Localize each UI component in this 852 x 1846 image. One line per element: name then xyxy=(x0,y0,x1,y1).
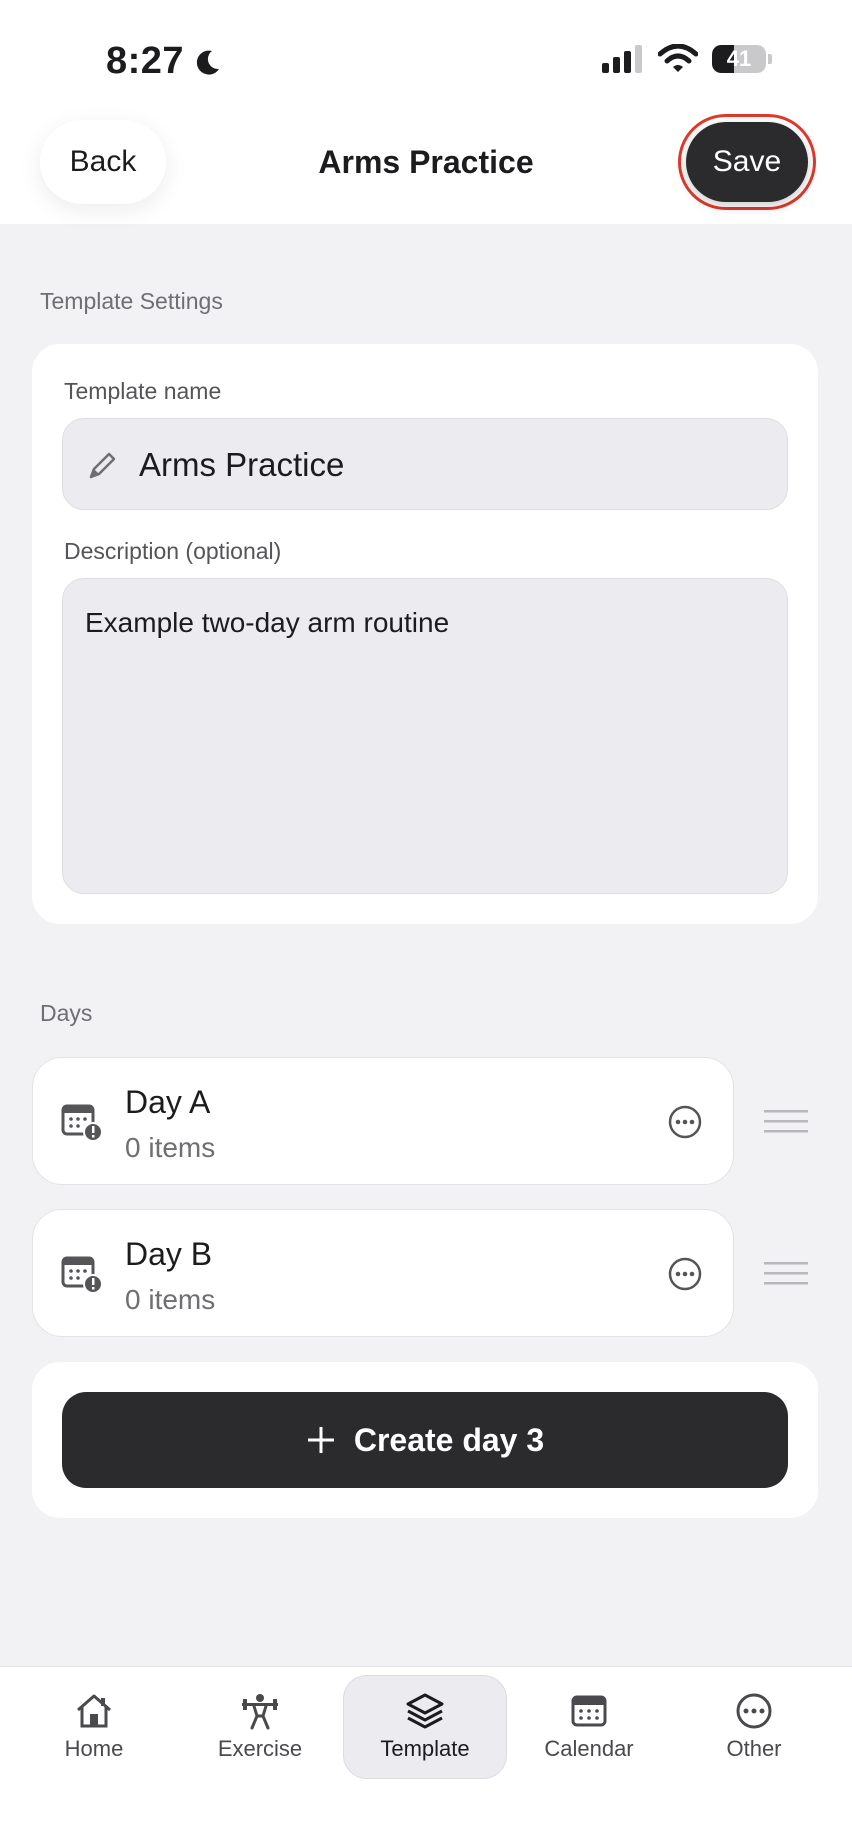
create-day-card: Create day 3 xyxy=(32,1362,818,1518)
wifi-icon xyxy=(658,44,698,72)
moon-icon xyxy=(196,50,220,75)
pencil-icon xyxy=(89,452,116,479)
tab-label: Exercise xyxy=(217,1736,303,1761)
save-button[interactable]: Save xyxy=(686,122,808,202)
calendar-alert-icon xyxy=(61,1256,103,1294)
weightlifter-icon xyxy=(242,1694,278,1730)
tab-label: Calendar xyxy=(544,1736,634,1761)
create-day-button[interactable]: Create day 3 xyxy=(62,1392,788,1488)
days-label: Days xyxy=(40,1000,93,1026)
day-title: Day A xyxy=(125,1084,211,1120)
drag-handle-icon[interactable] xyxy=(764,1108,808,1134)
day-item-count: 0 items xyxy=(125,1284,216,1315)
description-label: Description (optional) xyxy=(64,538,282,564)
screen: 8:27 41 Back Arms Practice Save Template… xyxy=(0,0,852,1846)
tab-exercise[interactable]: Exercise xyxy=(178,1675,342,1779)
calendar-alert-icon xyxy=(61,1104,103,1142)
description-value: Example two-day arm routine xyxy=(85,607,450,638)
tab-label: Other xyxy=(726,1736,782,1761)
more-options-icon[interactable] xyxy=(667,1104,703,1140)
template-name-value: Arms Practice xyxy=(139,446,345,483)
day-card-a[interactable]: Day A 0 items xyxy=(32,1057,734,1185)
tab-other[interactable]: Other xyxy=(672,1675,836,1779)
battery-percent: 41 xyxy=(726,46,752,71)
home-icon xyxy=(77,1694,111,1728)
clock: 8:27 xyxy=(106,40,185,82)
status-bar: 8:27 41 xyxy=(0,0,852,110)
more-icon xyxy=(736,1693,772,1729)
drag-handle-icon[interactable] xyxy=(764,1260,808,1286)
create-day-label: Create day 3 xyxy=(353,1421,545,1458)
signal-icon xyxy=(602,45,642,73)
plus-icon xyxy=(307,1427,334,1453)
tab-calendar[interactable]: Calendar xyxy=(507,1675,671,1779)
more-options-icon[interactable] xyxy=(667,1256,703,1292)
day-title: Day B xyxy=(125,1236,213,1272)
template-name-input[interactable]: Arms Practice xyxy=(62,418,788,510)
template-settings-label: Template Settings xyxy=(40,288,223,314)
layers-icon xyxy=(406,1693,444,1729)
template-name-label: Template name xyxy=(64,378,222,404)
status-indicators: 41 xyxy=(602,44,772,74)
tab-label: Template xyxy=(380,1736,470,1761)
tab-template[interactable]: Template xyxy=(343,1675,507,1779)
battery-nub xyxy=(768,54,772,64)
status-time: 8:27 xyxy=(106,40,222,83)
calendar-icon xyxy=(571,1695,607,1727)
template-settings-card: Template name Arms Practice Description … xyxy=(32,344,818,924)
day-card-b[interactable]: Day B 0 items xyxy=(32,1209,734,1337)
nav-header: Back Arms Practice Save xyxy=(0,110,852,224)
tab-bar: Home Exercise Template Calendar Other xyxy=(0,1666,852,1846)
tab-home[interactable]: Home xyxy=(12,1675,176,1779)
battery-icon: 41 xyxy=(712,45,766,73)
tab-label: Home xyxy=(64,1736,124,1761)
description-textarea[interactable]: Example two-day arm routine xyxy=(62,578,788,894)
day-item-count: 0 items xyxy=(125,1132,216,1163)
